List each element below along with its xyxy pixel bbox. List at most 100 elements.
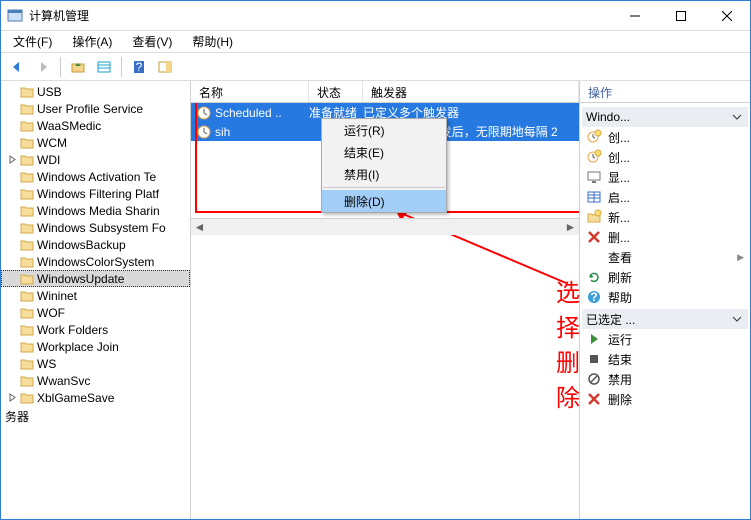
x-red-icon (586, 229, 602, 245)
display-icon (586, 169, 602, 185)
column-header-status[interactable]: 状态 (309, 81, 363, 102)
view-list-button[interactable] (92, 56, 116, 78)
tree-item[interactable]: WaaSMedic (1, 117, 190, 134)
clock-new-icon (586, 129, 602, 145)
tree-item[interactable]: Workplace Join (1, 338, 190, 355)
help-button[interactable]: ? (127, 56, 151, 78)
action-item[interactable]: 删... (582, 227, 748, 247)
tree-item[interactable]: WindowsUpdate (1, 270, 190, 287)
tree-item[interactable]: WCM (1, 134, 190, 151)
action-item-label: 创... (608, 149, 744, 166)
folder-icon (20, 290, 34, 302)
minimize-button[interactable] (612, 1, 658, 31)
tree-item[interactable]: WindowsColorSystem (1, 253, 190, 270)
disable-icon (586, 371, 602, 387)
action-item-label: 查看 (608, 249, 731, 266)
menu-file[interactable]: 文件(F) (5, 31, 60, 52)
action-item[interactable]: 显... (582, 167, 748, 187)
back-button[interactable] (5, 56, 29, 78)
tree-item[interactable]: Windows Media Sharin (1, 202, 190, 219)
horizontal-scrollbar[interactable]: ◄ ► (191, 218, 579, 235)
tree-item[interactable]: Windows Activation Te (1, 168, 190, 185)
action-item-label: 帮助 (608, 289, 744, 306)
tree-item-label: Wininet (37, 289, 77, 303)
folder-icon (20, 137, 34, 149)
tree-item[interactable]: WindowsBackup (1, 236, 190, 253)
action-item[interactable]: 查看 ▶ (582, 247, 748, 267)
app-icon (7, 8, 23, 24)
expand-icon[interactable] (7, 154, 18, 165)
collapse-icon[interactable] (730, 110, 744, 124)
actions-body[interactable]: Windo...创...创...显...启...新...删...查看▶刷新?帮助… (580, 103, 750, 519)
actions-pane: 操作 Windo...创...创...显...启...新...删...查看▶刷新… (580, 81, 750, 519)
expand-icon (7, 239, 18, 250)
tree-item-label: Workplace Join (37, 340, 119, 354)
tree-item[interactable]: USB (1, 83, 190, 100)
tree-item[interactable]: WS (1, 355, 190, 372)
x-red-icon (586, 391, 602, 407)
column-header-trigger[interactable]: 触发器 (363, 81, 579, 102)
action-group-header[interactable]: 已选定 ... (582, 309, 748, 329)
context-menu-delete[interactable]: 删除(D) (322, 190, 446, 212)
tree-item[interactable]: Windows Filtering Platf (1, 185, 190, 202)
action-item[interactable]: 禁用 (582, 369, 748, 389)
expand-icon (7, 358, 18, 369)
tree-item-label: WwanSvc (37, 374, 90, 388)
panel-toggle-button[interactable] (153, 56, 177, 78)
svg-text:?: ? (590, 290, 597, 304)
menu-help[interactable]: 帮助(H) (184, 31, 241, 52)
action-item-label: 删... (608, 229, 744, 246)
folder-icon (20, 103, 34, 115)
context-menu-end[interactable]: 结束(E) (322, 141, 446, 163)
menu-action[interactable]: 操作(A) (64, 31, 120, 52)
menu-view[interactable]: 查看(V) (124, 31, 180, 52)
list-body[interactable]: Scheduled .. 准备就绪 已定义多个触发器 sih 的 8:00 时 … (191, 103, 579, 519)
action-item[interactable]: 运行 (582, 329, 748, 349)
close-button[interactable] (704, 1, 750, 31)
action-item[interactable]: 结束 (582, 349, 748, 369)
tree-item[interactable]: WwanSvc (1, 372, 190, 389)
tree-pane[interactable]: USBUser Profile ServiceWaaSMedicWCMWDIWi… (1, 81, 191, 519)
action-group-header[interactable]: Windo... (582, 107, 748, 127)
table-blue-icon (586, 189, 602, 205)
action-item[interactable]: 新... (582, 207, 748, 227)
scroll-right-button[interactable]: ► (562, 220, 579, 235)
clock-icon (197, 125, 211, 139)
tree-item[interactable]: XblGameSave (1, 389, 190, 406)
scroll-left-button[interactable]: ◄ (191, 220, 208, 235)
tree-item[interactable]: WOF (1, 304, 190, 321)
action-item[interactable]: ? 帮助 (582, 287, 748, 307)
expand-icon (7, 273, 18, 284)
expand-icon (7, 188, 18, 199)
column-header-name[interactable]: 名称 (191, 81, 309, 102)
action-item[interactable]: 启... (582, 187, 748, 207)
action-item[interactable]: 创... (582, 147, 748, 167)
action-item[interactable]: 删除 (582, 389, 748, 409)
tree-item-label: WindowsColorSystem (37, 255, 154, 269)
help-icon: ? (586, 289, 602, 305)
context-menu-disable[interactable]: 禁用(I) (322, 163, 446, 185)
tree-item[interactable]: User Profile Service (1, 100, 190, 117)
row-name: Scheduled .. (215, 106, 309, 120)
folder-up-button[interactable] (66, 56, 90, 78)
context-menu-run[interactable]: 运行(R) (322, 119, 446, 141)
tree-item[interactable]: Work Folders (1, 321, 190, 338)
titlebar: 计算机管理 (1, 1, 750, 31)
forward-button[interactable] (31, 56, 55, 78)
chevron-right-icon: ▶ (737, 252, 744, 263)
action-item-label: 删除 (608, 391, 744, 408)
collapse-icon[interactable] (730, 312, 744, 326)
folder-icon (20, 171, 34, 183)
tree-item[interactable]: Wininet (1, 287, 190, 304)
maximize-button[interactable] (658, 1, 704, 31)
tree-item[interactable]: WDI (1, 151, 190, 168)
tree-item-label: XblGameSave (37, 391, 114, 405)
annotation-arrow (386, 203, 579, 293)
expand-icon[interactable] (7, 392, 18, 403)
action-item[interactable]: 刷新 (582, 267, 748, 287)
context-menu: 运行(R) 结束(E) 禁用(I) 删除(D) (321, 118, 447, 213)
expand-icon (7, 324, 18, 335)
tree-item[interactable]: Windows Subsystem Fo (1, 219, 190, 236)
tree-item-label: USB (37, 85, 62, 99)
action-item[interactable]: 创... (582, 127, 748, 147)
